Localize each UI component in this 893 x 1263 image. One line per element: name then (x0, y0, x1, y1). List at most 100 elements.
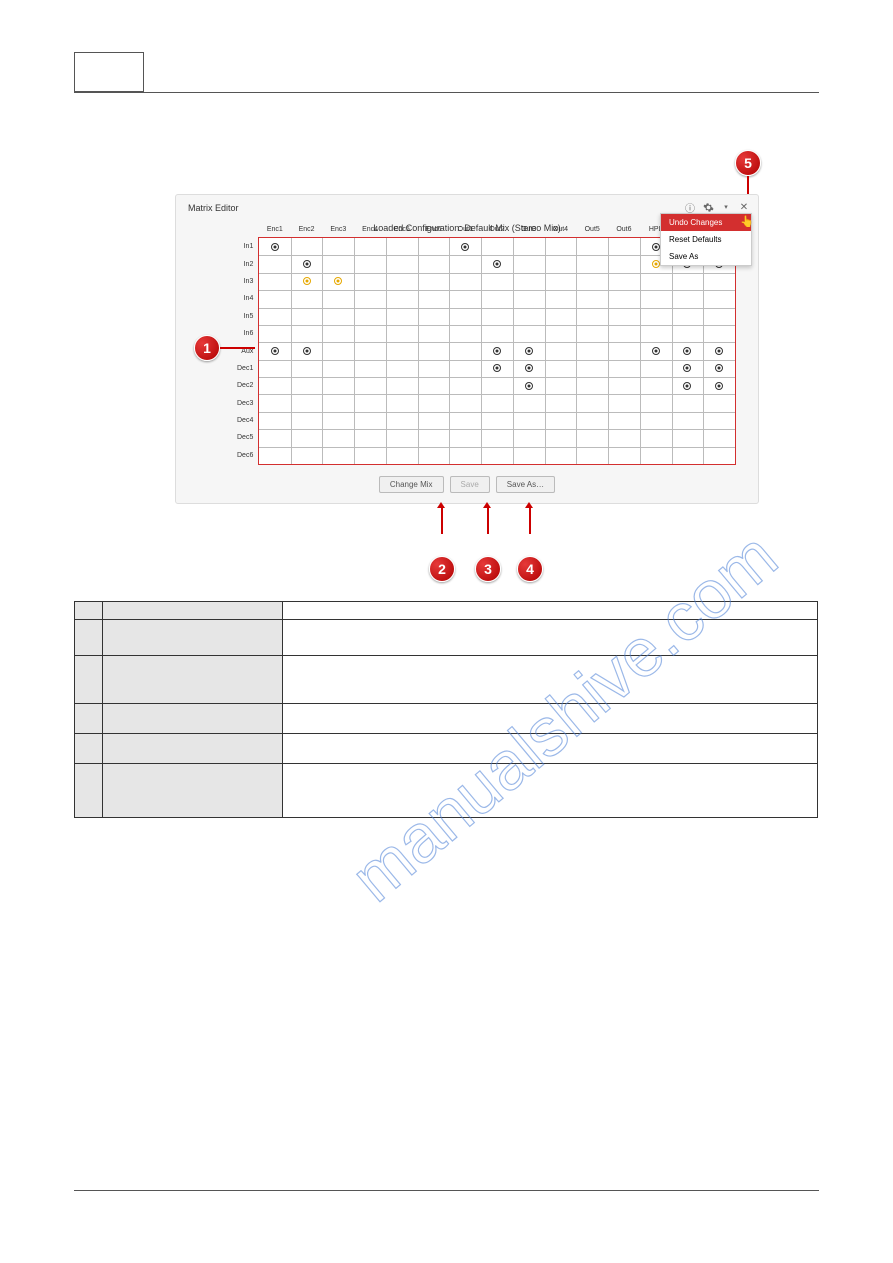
callout-4-arrowhead (525, 502, 533, 508)
column-header: Out4 (545, 226, 577, 233)
panel-toolbar: ⓘ ▾ ✕ (684, 201, 750, 213)
row-header: In5 (237, 308, 255, 325)
row-headers: In1In2In3In4In5In6AuxDec1Dec2Dec3Dec4Dec… (237, 238, 255, 464)
routing-node[interactable] (461, 243, 469, 251)
cell-name (103, 764, 283, 818)
dropdown-reset-defaults[interactable]: Reset Defaults (661, 231, 751, 248)
callout-2-arrow (441, 506, 443, 534)
row-header: In4 (237, 290, 255, 307)
table-row (75, 734, 818, 764)
info-icon[interactable]: ⓘ (684, 201, 696, 213)
top-tab (74, 52, 144, 92)
routing-node[interactable] (525, 382, 533, 390)
cell-name (103, 620, 283, 656)
routing-node[interactable] (303, 277, 311, 285)
routing-node[interactable] (303, 347, 311, 355)
callout-2-arrowhead (437, 502, 445, 508)
column-header: Enc4 (354, 226, 386, 233)
callout-2: 2 (429, 556, 455, 582)
cell-desc (283, 734, 818, 764)
table-row (75, 704, 818, 734)
cell-idx (75, 764, 103, 818)
row-header: In2 (237, 255, 255, 272)
routing-node[interactable] (493, 260, 501, 268)
callout-1-arrow (220, 347, 255, 349)
routing-grid[interactable]: Enc1Enc2Enc3Enc4Enc5Enc6Out1Out2Out3Out4… (258, 237, 736, 465)
routing-node[interactable] (683, 347, 691, 355)
routing-node[interactable] (271, 347, 279, 355)
routing-node[interactable] (683, 364, 691, 372)
row-header: In3 (237, 273, 255, 290)
table-row (75, 656, 818, 704)
column-header: Enc3 (322, 226, 354, 233)
column-header: Enc6 (418, 226, 450, 233)
cursor-icon: 👆 (740, 215, 754, 228)
routing-node[interactable] (493, 347, 501, 355)
cell-idx (75, 620, 103, 656)
cell-desc (283, 620, 818, 656)
routing-node[interactable] (652, 347, 660, 355)
cell-desc (283, 764, 818, 818)
cell-name (103, 704, 283, 734)
column-header: Enc2 (291, 226, 323, 233)
callout-4: 4 (517, 556, 543, 582)
row-header: In6 (237, 325, 255, 342)
cell-desc (283, 656, 818, 704)
close-icon[interactable]: ✕ (738, 201, 750, 213)
bottom-rule (74, 1190, 819, 1191)
routing-node[interactable] (525, 364, 533, 372)
routing-node[interactable] (715, 364, 723, 372)
column-header: Out2 (481, 226, 513, 233)
matrix-editor-panel: Matrix Editor ⓘ ▾ ✕ Loaded Configuration… (175, 194, 759, 504)
routing-node[interactable] (715, 347, 723, 355)
page: 5 Matrix Editor ⓘ ▾ ✕ Loaded Configurati… (0, 0, 893, 1263)
grid-cells[interactable] (259, 238, 735, 464)
column-header: Enc1 (259, 226, 291, 233)
top-rule (74, 92, 819, 93)
routing-node[interactable] (715, 382, 723, 390)
routing-node[interactable] (683, 382, 691, 390)
gear-icon[interactable] (702, 201, 714, 213)
table-header-row (75, 602, 818, 620)
routing-node[interactable] (303, 260, 311, 268)
row-header: Dec1 (237, 360, 255, 377)
cell-name (103, 734, 283, 764)
legend-table (74, 601, 818, 818)
save-as-button[interactable]: Save As… (496, 476, 555, 493)
cell-name (103, 656, 283, 704)
save-button[interactable]: Save (450, 476, 490, 493)
th-idx (75, 602, 103, 620)
column-header: Enc5 (386, 226, 418, 233)
dropdown-caret-icon[interactable]: ▾ (720, 201, 732, 213)
callout-3-arrowhead (483, 502, 491, 508)
routing-node[interactable] (334, 277, 342, 285)
dropdown-undo-changes[interactable]: Undo Changes (661, 214, 751, 231)
row-header: Dec2 (237, 377, 255, 394)
row-header: Dec3 (237, 395, 255, 412)
routing-node[interactable] (493, 364, 501, 372)
cell-idx (75, 734, 103, 764)
callout-3-arrow (487, 506, 489, 534)
column-header: Out5 (576, 226, 608, 233)
routing-node[interactable] (525, 347, 533, 355)
callout-5-arrow (747, 176, 749, 196)
th-name (103, 602, 283, 620)
row-header: In1 (237, 238, 255, 255)
panel-title: Matrix Editor (188, 203, 239, 213)
routing-node[interactable] (652, 260, 660, 268)
callout-5: 5 (735, 150, 761, 176)
change-mix-button[interactable]: Change Mix (379, 476, 444, 493)
cell-idx (75, 656, 103, 704)
routing-node[interactable] (271, 243, 279, 251)
routing-node[interactable] (652, 243, 660, 251)
th-desc (283, 602, 818, 620)
callout-4-arrow (529, 506, 531, 534)
row-header: Dec6 (237, 447, 255, 464)
panel-button-row: Change Mix Save Save As… (176, 476, 758, 493)
dropdown-save-as[interactable]: Save As (661, 248, 751, 265)
row-header: Dec5 (237, 429, 255, 446)
row-header: Dec4 (237, 412, 255, 429)
column-header: Out3 (513, 226, 545, 233)
callout-3: 3 (475, 556, 501, 582)
table-row (75, 764, 818, 818)
